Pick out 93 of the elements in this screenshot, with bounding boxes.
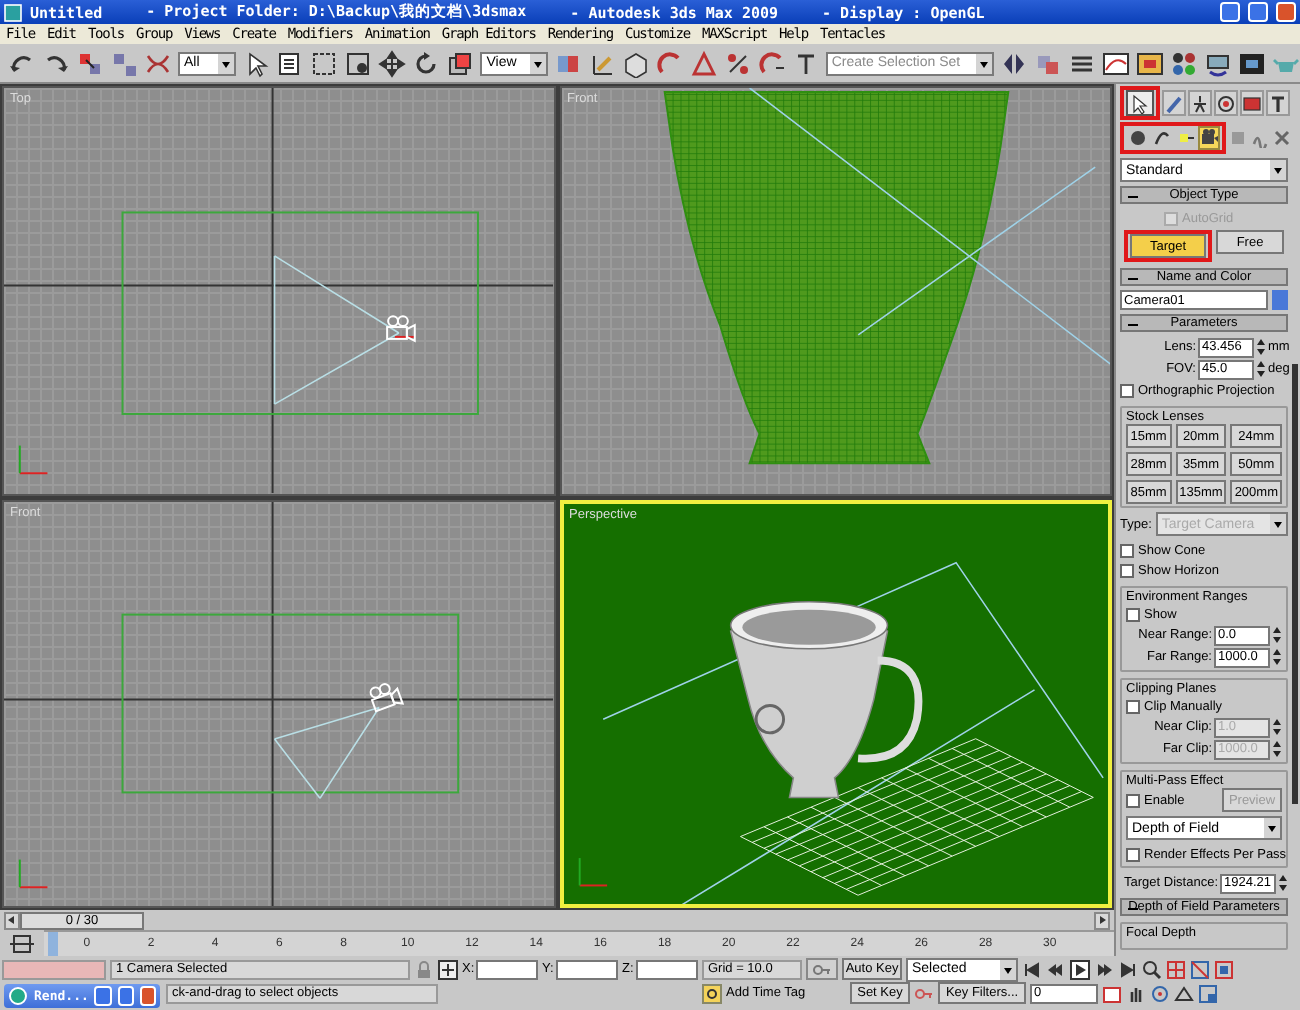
spinner-arrows-icon[interactable] [1256, 338, 1266, 356]
restore-button[interactable] [94, 986, 112, 1006]
camera-icon [1199, 128, 1219, 148]
curve-icon [1151, 128, 1171, 148]
sphere-icon [1127, 128, 1147, 148]
angle-snap-icon[interactable] [655, 49, 684, 77]
right-arrow-icon [1096, 914, 1108, 926]
maximize-button[interactable] [117, 986, 134, 1006]
material-editor-icon[interactable] [1170, 49, 1198, 77]
go-to-end-icon[interactable] [1118, 959, 1138, 979]
left-arrow-icon [6, 914, 18, 926]
camera-icon[interactable] [369, 682, 405, 712]
spinner-arrows-icon[interactable] [1272, 648, 1282, 666]
spinner-arrows-icon[interactable] [1278, 874, 1288, 892]
close-button[interactable] [1276, 2, 1296, 22]
camera-frustum-drawing[interactable] [273, 255, 400, 405]
render-frame-icon[interactable] [1238, 49, 1266, 77]
hierarchy-icon [1190, 93, 1210, 113]
cross-icon [1272, 128, 1292, 148]
list-icon[interactable] [276, 49, 305, 77]
schematic-icon[interactable] [1136, 49, 1164, 77]
checkbox[interactable] [1120, 543, 1134, 557]
checkbox[interactable] [1126, 699, 1140, 713]
checkbox[interactable] [1120, 383, 1134, 397]
cup-drawing[interactable] [728, 600, 922, 798]
time-tag-icon[interactable] [702, 983, 722, 1003]
spinner-arrows-icon[interactable] [1272, 740, 1282, 758]
plus-square-icon[interactable] [438, 959, 458, 979]
spinner-snap-icon[interactable] [757, 49, 786, 77]
circle-target-icon [1216, 93, 1236, 113]
checkbox[interactable] [1120, 563, 1134, 577]
category-tab[interactable] [1150, 126, 1172, 150]
checkbox[interactable] [1126, 793, 1140, 807]
square-icon [1228, 128, 1248, 148]
box-icon[interactable] [621, 49, 650, 77]
color-box [2, 959, 106, 979]
category-tab[interactable] [1198, 126, 1220, 150]
wand-icon [1164, 93, 1184, 113]
current-frame-marker [48, 932, 58, 956]
axis-tripod-icon [18, 857, 49, 888]
lamp-icon [1175, 128, 1195, 148]
render-setup-icon[interactable] [1204, 49, 1232, 77]
play-icon[interactable] [1070, 959, 1090, 979]
previous-frame-button[interactable] [4, 911, 20, 929]
app-icon [4, 3, 22, 21]
category-tab[interactable] [1126, 126, 1148, 150]
zoom-extents-icon[interactable] [1190, 959, 1210, 979]
checkbox[interactable] [1126, 607, 1140, 621]
maximize-button[interactable] [1248, 2, 1268, 22]
move-icon[interactable] [378, 49, 407, 77]
app-icon [8, 986, 28, 1006]
spinner-arrows-icon[interactable] [1272, 626, 1282, 644]
key-icon[interactable] [914, 983, 934, 1003]
coordinate-field[interactable] [555, 959, 618, 979]
axis-tripod-icon [577, 856, 608, 886]
rotate-icon[interactable] [412, 49, 441, 77]
triangle-outline-icon[interactable] [1174, 983, 1194, 1003]
time-config-icon[interactable] [1102, 983, 1122, 1003]
checkbox[interactable] [1126, 847, 1140, 861]
orbit-icon[interactable] [1150, 983, 1170, 1003]
pan-icon[interactable] [1126, 983, 1146, 1003]
spinner-arrows-icon[interactable] [1272, 718, 1282, 736]
spinner-arrows-icon[interactable] [1256, 360, 1266, 378]
maximize-viewport-icon[interactable] [1198, 983, 1218, 1003]
key-mode-button[interactable] [806, 958, 838, 980]
panel-tab[interactable] [1266, 90, 1290, 116]
go-to-start-icon[interactable] [1022, 959, 1042, 979]
zoom-extents-all-icon[interactable] [1214, 959, 1234, 979]
axis-tripod-icon [18, 444, 49, 475]
triangle-icon[interactable] [689, 49, 718, 77]
panel-tab[interactable] [1188, 90, 1212, 116]
close-button[interactable] [139, 986, 157, 1006]
panel-tab[interactable] [1214, 90, 1238, 116]
minimize-button[interactable] [1220, 2, 1240, 22]
coordinate-field[interactable] [476, 959, 538, 979]
panel-tab[interactable] [1240, 90, 1264, 116]
dashed-square-icon[interactable] [310, 49, 339, 77]
link-icon[interactable] [76, 49, 104, 77]
hammer-icon [1268, 93, 1288, 113]
mirror-icon[interactable] [1000, 49, 1028, 77]
next-frame-button[interactable] [1094, 911, 1110, 929]
scale-icon[interactable] [446, 49, 475, 77]
zoom-icon[interactable] [1142, 959, 1162, 979]
pointer-icon [1130, 93, 1150, 113]
monitor-icon [1242, 93, 1262, 113]
panel-tab[interactable] [1126, 90, 1154, 116]
percent-snap-icon[interactable] [723, 49, 752, 77]
color-swatch[interactable] [1272, 290, 1288, 310]
key-icon [812, 959, 832, 979]
coordinate-field[interactable] [635, 959, 698, 979]
curve-editor-icon[interactable] [1102, 49, 1130, 77]
scrollbar[interactable] [1292, 364, 1298, 804]
window-crossing-icon[interactable] [344, 49, 373, 77]
